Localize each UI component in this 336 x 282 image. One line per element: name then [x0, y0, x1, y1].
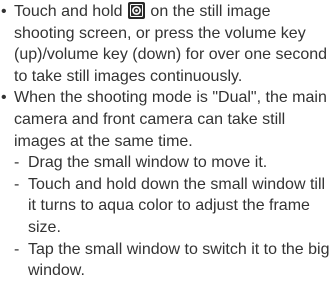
dash-marker: -	[14, 175, 20, 193]
bullet-marker: •	[1, 3, 7, 20]
dash-marker: -	[14, 154, 20, 172]
sub-item-text: Drag the small window to move it.	[28, 154, 268, 172]
bullet-item-continuous-shooting: • Touch and hold on the still image shoo…	[0, 1, 336, 87]
document-page: • Touch and hold on the still image shoo…	[0, 0, 336, 279]
bullet-text-before-icon: Touch and hold	[14, 3, 127, 20]
sub-item-resize-window: - Touch and hold down the small window t…	[0, 174, 336, 239]
dash-marker: -	[14, 240, 20, 258]
sub-item-switch-window: - Tap the small window to switch it to t…	[0, 239, 336, 282]
dual-mode-sub-list: - Drag the small window to move it. - To…	[0, 152, 336, 282]
sub-item-text: Touch and hold down the small window til…	[28, 175, 326, 236]
sub-item-text: Tap the small window to switch it to the…	[28, 240, 330, 280]
bullet-item-dual-mode: • When the shooting mode is "Dual", the …	[0, 87, 336, 152]
bullet-marker: •	[1, 89, 7, 107]
camera-shutter-icon	[127, 2, 145, 19]
sub-item-drag-window: - Drag the small window to move it.	[0, 152, 336, 174]
bullet-text: When the shooting mode is "Dual", the ma…	[14, 89, 327, 150]
